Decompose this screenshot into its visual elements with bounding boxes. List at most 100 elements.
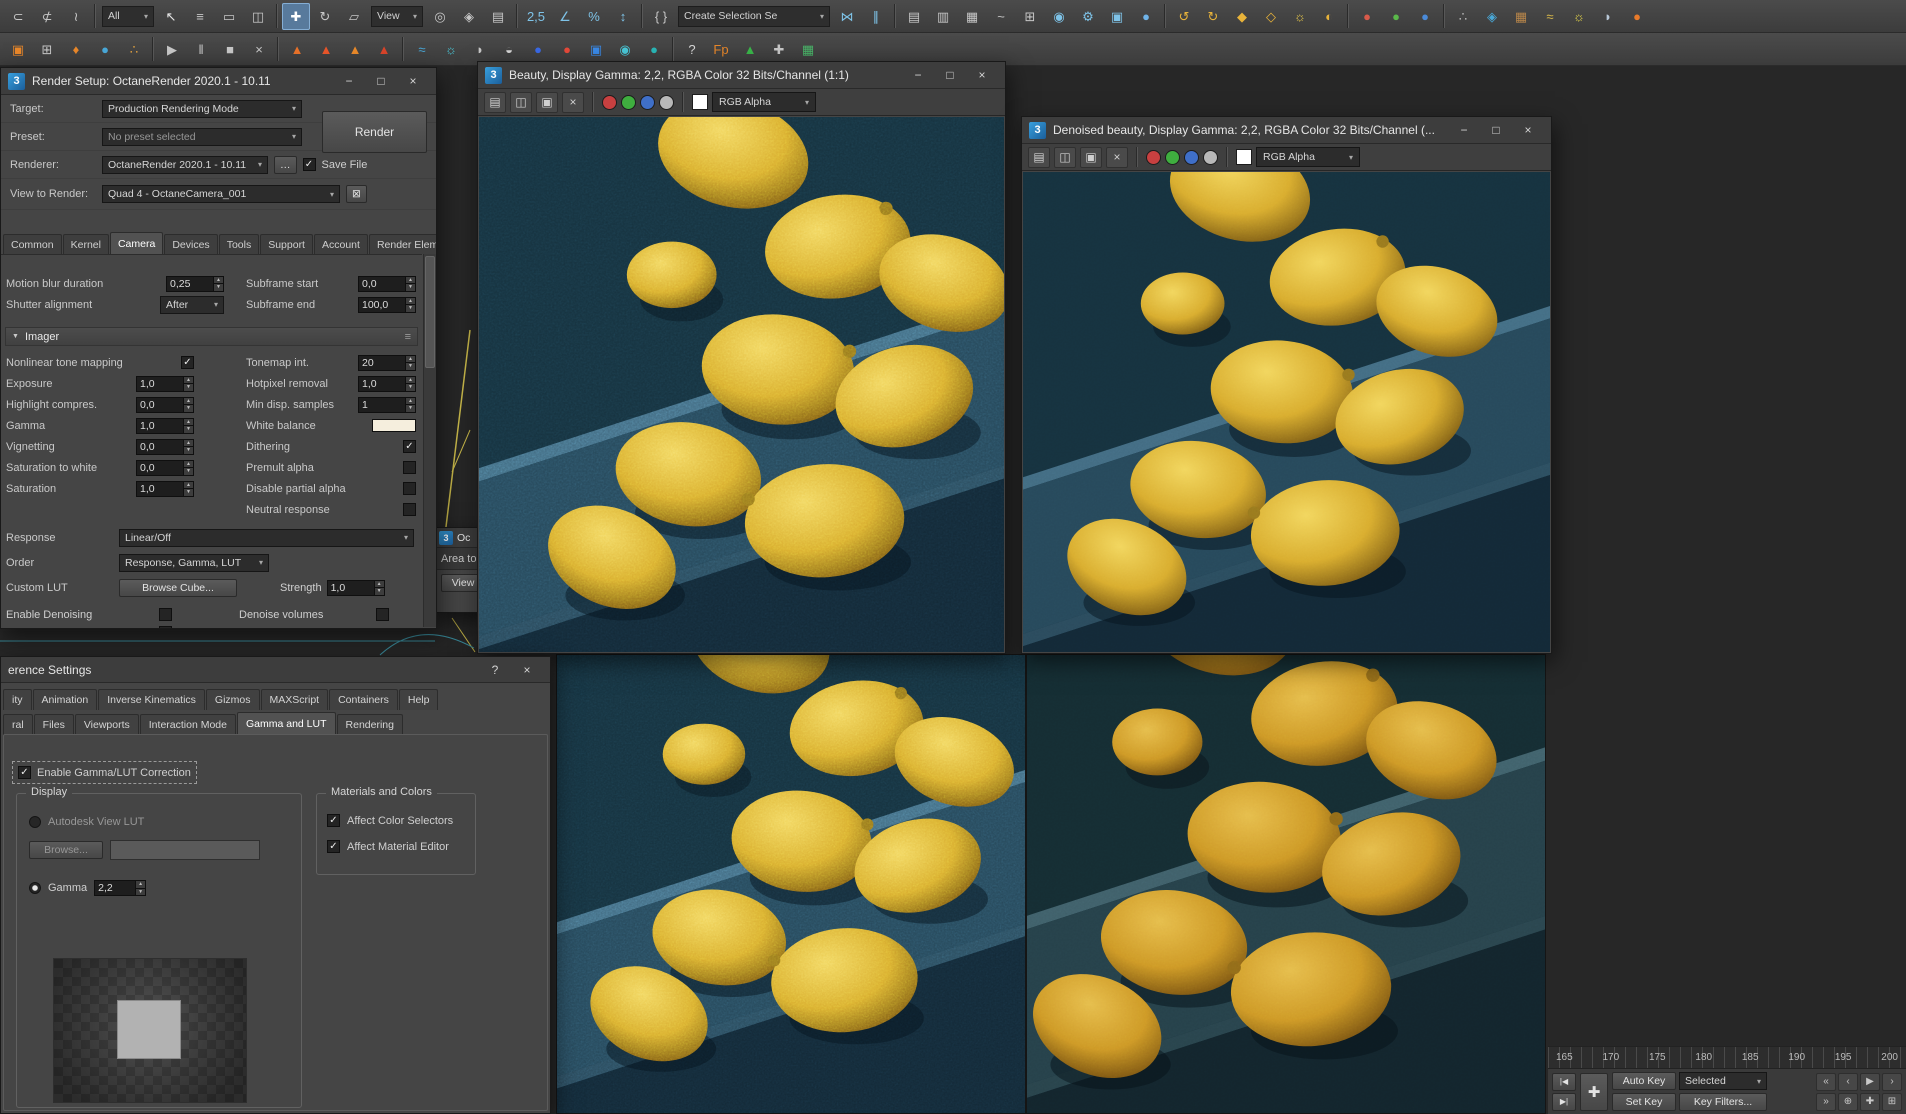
help-button[interactable]: ? bbox=[479, 659, 511, 680]
octane-material-icon[interactable]: ◆ bbox=[1228, 3, 1256, 30]
value-spinner[interactable]: 0,25 bbox=[166, 275, 224, 292]
close-button[interactable]: × bbox=[966, 65, 998, 86]
curve-editor-icon[interactable]: ~ bbox=[987, 3, 1015, 30]
autodesk-view-lut-radio[interactable] bbox=[29, 816, 41, 828]
align-icon[interactable]: ∥ bbox=[862, 3, 890, 30]
octane-texture-icon[interactable]: ◇ bbox=[1257, 3, 1285, 30]
xref-red-icon[interactable]: ● bbox=[1353, 3, 1381, 30]
select-and-manipulate-icon[interactable]: ◈ bbox=[455, 3, 483, 30]
cup-icon[interactable]: ◒ bbox=[495, 36, 523, 63]
fire-3-icon[interactable]: ▲ bbox=[341, 36, 369, 63]
key-selection-dropdown[interactable]: Selected bbox=[1679, 1072, 1767, 1090]
render-setup-tab[interactable]: Devices bbox=[164, 234, 218, 254]
ocean-icon[interactable]: ≈ bbox=[408, 36, 436, 63]
affect-material-editor-checkbox[interactable] bbox=[327, 840, 340, 853]
xref-blue-icon[interactable]: ● bbox=[1411, 3, 1439, 30]
moon-icon[interactable]: ◗ bbox=[1594, 3, 1622, 30]
value-spinner[interactable]: 0,0 bbox=[136, 396, 194, 413]
enable-denoising-checkbox[interactable] bbox=[159, 608, 172, 621]
sphere-blue-icon[interactable]: ● bbox=[524, 36, 552, 63]
unlink-selection-icon[interactable]: ⊄ bbox=[33, 3, 61, 30]
render-setup-tab[interactable]: Common bbox=[3, 234, 62, 254]
preference-tab[interactable]: Rendering bbox=[336, 714, 403, 735]
window-titlebar[interactable]: 3 Render Setup: OctaneRender 2020.1 - 10… bbox=[1, 68, 436, 95]
view-to-render-dropdown[interactable]: Quad 4 - OctaneCamera_001 bbox=[102, 185, 340, 203]
value-spinner[interactable]: 1,0 bbox=[358, 375, 416, 392]
red-channel-button[interactable] bbox=[602, 94, 617, 110]
value-spinner[interactable]: 1,0 bbox=[136, 417, 194, 434]
copy-image-icon[interactable]: ▣ bbox=[536, 91, 558, 113]
zoom-icon[interactable]: ⊕ bbox=[1838, 1092, 1858, 1111]
material-editor-icon[interactable]: ◉ bbox=[1045, 3, 1073, 30]
next-frame-icon[interactable]: › bbox=[1882, 1072, 1902, 1091]
auto-key-button[interactable]: Auto Key bbox=[1612, 1072, 1676, 1090]
denoise-completion-checkbox[interactable] bbox=[159, 626, 172, 628]
grid-overlay-icon[interactable]: ⊞ bbox=[33, 36, 61, 63]
rectangular-selection-icon[interactable]: ▭ bbox=[215, 3, 243, 30]
maximize-viewport-icon[interactable]: ⊞ bbox=[1882, 1092, 1902, 1111]
keyboard-override-icon[interactable]: ▤ bbox=[484, 3, 512, 30]
frame-ruler[interactable]: 165 170 175 180 185 190 195 200 bbox=[1548, 1047, 1906, 1069]
save-file-checkbox[interactable] bbox=[302, 158, 316, 171]
preset-dropdown[interactable]: No preset selected bbox=[102, 127, 302, 146]
render-production-icon[interactable]: ● bbox=[1132, 3, 1160, 30]
play-icon[interactable]: ▶ bbox=[158, 36, 186, 63]
channel-display-dropdown[interactable]: RGB Alpha bbox=[1256, 147, 1360, 167]
checkbox[interactable] bbox=[403, 503, 416, 516]
next-key-button[interactable]: ▶| bbox=[1552, 1092, 1576, 1111]
angle-snap-icon[interactable]: ∠ bbox=[551, 3, 579, 30]
mono-channel-button[interactable] bbox=[659, 94, 674, 110]
render-setup-tab[interactable]: Tools bbox=[218, 234, 260, 254]
save-image-icon[interactable]: ▤ bbox=[1028, 146, 1050, 168]
scatter-icon[interactable]: ∴ bbox=[1449, 3, 1477, 30]
save-image-icon[interactable]: ▤ bbox=[484, 91, 506, 113]
select-and-link-icon[interactable]: ⊂ bbox=[4, 3, 32, 30]
select-and-scale-icon[interactable]: ▱ bbox=[340, 3, 368, 30]
value-spinner[interactable]: 1,0 bbox=[136, 375, 194, 392]
close-button[interactable]: × bbox=[397, 71, 429, 92]
preference-tab[interactable]: Gamma and LUT bbox=[236, 712, 336, 735]
denoise-volumes-checkbox[interactable] bbox=[376, 608, 389, 621]
splash-icon[interactable]: ☼ bbox=[437, 36, 465, 63]
teapot-icon[interactable]: ◗ bbox=[466, 36, 494, 63]
scene-explorer-icon[interactable]: ▤ bbox=[900, 3, 928, 30]
value-spinner[interactable]: 0,0 bbox=[136, 438, 194, 455]
channel-display-dropdown[interactable]: RGB Alpha bbox=[712, 92, 816, 112]
clear-image-icon[interactable]: × bbox=[562, 91, 584, 113]
blue-channel-button[interactable] bbox=[1184, 149, 1199, 165]
clear-image-icon[interactable]: × bbox=[1106, 146, 1128, 168]
selection-filter-dropdown[interactable]: All bbox=[102, 5, 154, 27]
stop-icon[interactable]: ■ bbox=[216, 36, 244, 63]
response-dropdown[interactable]: Linear/Off bbox=[119, 528, 414, 547]
fire-2-icon[interactable]: ▲ bbox=[312, 36, 340, 63]
mirror-icon[interactable]: ⋈ bbox=[833, 3, 861, 30]
checkbox[interactable] bbox=[403, 482, 416, 495]
octane-camera-icon[interactable]: ◐ bbox=[1315, 3, 1343, 30]
checkbox[interactable] bbox=[181, 356, 194, 369]
preference-tab[interactable]: Help bbox=[398, 689, 439, 710]
pan-icon[interactable]: ✚ bbox=[1860, 1092, 1880, 1111]
render-setup-tab[interactable]: Kernel bbox=[62, 234, 109, 254]
value-spinner[interactable]: 1,0 bbox=[136, 480, 194, 497]
value-spinner[interactable]: 1 bbox=[358, 396, 416, 413]
use-pivot-point-icon[interactable]: ◎ bbox=[426, 3, 454, 30]
select-and-rotate-icon[interactable]: ↻ bbox=[311, 3, 339, 30]
preference-tab[interactable]: Files bbox=[33, 714, 74, 735]
droplet-icon[interactable]: ● bbox=[91, 36, 119, 63]
rendered-frame-window-icon[interactable]: ▣ bbox=[1103, 3, 1131, 30]
go-end-icon[interactable]: » bbox=[1816, 1092, 1836, 1111]
background-color-swatch[interactable] bbox=[1236, 149, 1252, 165]
layer-explorer-icon[interactable]: ▥ bbox=[929, 3, 957, 30]
affect-color-selectors-checkbox[interactable] bbox=[327, 814, 340, 827]
flame-icon[interactable]: ♦ bbox=[62, 36, 90, 63]
color-swatch[interactable] bbox=[372, 419, 416, 432]
sun-icon[interactable]: ☼ bbox=[1565, 3, 1593, 30]
preference-tab[interactable]: MAXScript bbox=[260, 689, 329, 710]
close-button[interactable]: × bbox=[1512, 120, 1544, 141]
window-crossing-icon[interactable]: ◫ bbox=[244, 3, 272, 30]
window-titlebar[interactable]: erence Settings ? × bbox=[1, 657, 550, 683]
physics-icon[interactable]: ◈ bbox=[1478, 3, 1506, 30]
blue-channel-button[interactable] bbox=[640, 94, 655, 110]
window-titlebar[interactable]: 3 Denoised beauty, Display Gamma: 2,2, R… bbox=[1022, 117, 1551, 144]
render-setup-tab[interactable]: Support bbox=[260, 234, 313, 254]
